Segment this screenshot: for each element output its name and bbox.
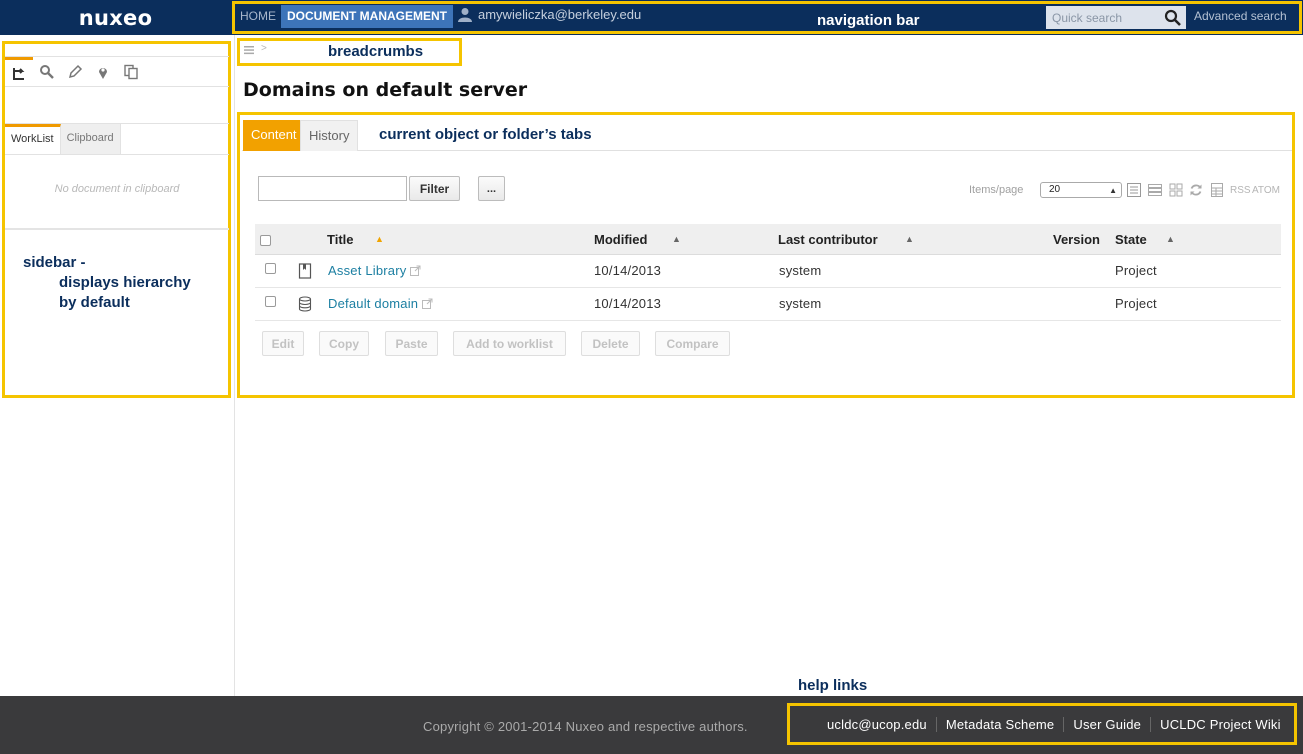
detail-view-icon[interactable] (1148, 183, 1162, 197)
user-menu[interactable]: amywieliczka@berkeley.edu (458, 7, 641, 22)
row-modified: 10/14/2013 (594, 296, 662, 311)
filter-button[interactable]: Filter (409, 176, 460, 201)
open-external-icon[interactable] (410, 265, 421, 276)
sidebar-tool-tabs (5, 56, 229, 87)
database-icon (298, 296, 312, 312)
rss-link[interactable]: RSS (1230, 185, 1251, 196)
open-external-icon[interactable] (422, 298, 433, 309)
help-link-email[interactable]: ucldc@ucop.edu (818, 717, 936, 732)
sidebar-highlight (2, 41, 231, 398)
row-title: Default domain (328, 296, 419, 311)
page-title: Domains on default server (243, 79, 528, 101)
help-link-metadata-scheme[interactable]: Metadata Scheme (937, 717, 1064, 732)
sort-icon[interactable]: ▲︎ (905, 234, 914, 244)
row-checkbox[interactable] (265, 296, 276, 307)
spreadsheet-export-icon[interactable] (1210, 183, 1224, 197)
row-state: Project (1115, 263, 1157, 278)
help-links-annotation: help links (798, 677, 868, 694)
atom-link[interactable]: ATOM (1252, 185, 1280, 196)
nav-document-management-tab[interactable]: DOCUMENT MANAGEMENT (281, 5, 453, 28)
refresh-icon[interactable] (1189, 183, 1203, 197)
row-checkbox[interactable] (265, 263, 276, 274)
more-options-button[interactable]: ... (478, 176, 505, 201)
clipboard-empty-message: No document in clipboard (54, 183, 180, 195)
tab-content[interactable]: Content (243, 120, 305, 151)
row-title-link[interactable]: Asset Library (328, 263, 421, 278)
sidebar-divider (5, 228, 229, 230)
user-icon (458, 8, 472, 22)
navigation-bar-annotation: navigation bar (817, 12, 920, 29)
book-icon (298, 263, 312, 279)
column-header-last-contributor[interactable]: Last contributor (778, 232, 878, 247)
nuxeo-logo[interactable]: nuxeo (0, 0, 233, 35)
sidebar-annotation-line: by default (59, 294, 130, 311)
row-title: Asset Library (328, 263, 407, 278)
table-row[interactable]: Asset Library 10/14/2013 system Project (255, 255, 1281, 288)
copy-button[interactable]: Copy (319, 331, 369, 356)
help-link-project-wiki[interactable]: UCLDC Project Wiki (1151, 717, 1290, 732)
row-state: Project (1115, 296, 1157, 311)
sidebar-annotation-line: sidebar - (23, 254, 86, 271)
column-header-version[interactable]: Version (1053, 232, 1100, 247)
column-header-modified[interactable]: Modified (594, 232, 647, 247)
advanced-search-link[interactable]: Advanced search (1194, 9, 1287, 23)
delete-button[interactable]: Delete (581, 331, 640, 356)
row-contributor: system (779, 263, 822, 278)
sidebar-list-tabs: WorkList Clipboard (5, 123, 229, 155)
items-per-page-select[interactable]: 20 ▲︎ (1040, 182, 1122, 198)
select-all-checkbox[interactable] (260, 235, 271, 246)
select-arrow-icon: ▲︎ (1109, 186, 1117, 195)
tab-worklist[interactable]: WorkList (5, 124, 61, 154)
edit-button[interactable]: Edit (262, 331, 304, 356)
table-row[interactable]: Default domain 10/14/2013 system Project (255, 288, 1281, 321)
copyright-text: Copyright © 2001-2014 Nuxeo and respecti… (423, 719, 748, 734)
column-header-state[interactable]: State (1115, 232, 1147, 247)
row-title-link[interactable]: Default domain (328, 296, 433, 311)
sidebar-annotation-line: displays hierarchy (59, 274, 191, 291)
help-links: ucldc@ucop.edu Metadata Scheme User Guid… (818, 717, 1290, 732)
tab-history[interactable]: History (300, 120, 359, 151)
sidebar-annotation: sidebar - displays hierarchy by default (23, 253, 191, 313)
tab-clipboard[interactable]: Clipboard (60, 124, 121, 154)
thumbnail-view-icon[interactable] (1169, 183, 1183, 197)
items-per-page-value: 20 (1049, 184, 1061, 195)
filter-input[interactable] (258, 176, 407, 201)
add-to-worklist-button[interactable]: Add to worklist (453, 331, 566, 356)
items-per-page-label: Items/page (969, 184, 1024, 196)
menu-icon[interactable] (244, 45, 254, 55)
paste-button[interactable]: Paste (385, 331, 438, 356)
list-view-icon[interactable] (1127, 183, 1141, 197)
sort-ascending-icon[interactable]: ▲︎ (375, 234, 384, 244)
row-modified: 10/14/2013 (594, 263, 662, 278)
tabs-annotation: current object or folder’s tabs (379, 126, 592, 143)
hierarchy-icon[interactable] (5, 57, 33, 87)
breadcrumb-separator: > (261, 43, 267, 54)
sort-icon[interactable]: ▲︎ (672, 234, 681, 244)
user-email: amywieliczka@berkeley.edu (478, 7, 642, 22)
column-header-title[interactable]: Title (327, 232, 354, 247)
breadcrumb-annotation: breadcrumbs (328, 43, 424, 60)
nav-home-link[interactable]: HOME (240, 9, 276, 23)
search-icon[interactable] (33, 57, 61, 87)
help-link-user-guide[interactable]: User Guide (1064, 717, 1150, 732)
pencil-icon[interactable] (61, 57, 89, 87)
compare-button[interactable]: Compare (655, 331, 730, 356)
search-icon[interactable] (1164, 9, 1182, 27)
sort-icon[interactable]: ▲︎ (1166, 234, 1175, 244)
row-contributor: system (779, 296, 822, 311)
copy-icon[interactable] (117, 57, 145, 87)
table-header: Title ▲︎ Modified ▲︎ Last contributor ▲︎… (255, 224, 1281, 255)
location-pin-icon[interactable] (89, 57, 117, 87)
